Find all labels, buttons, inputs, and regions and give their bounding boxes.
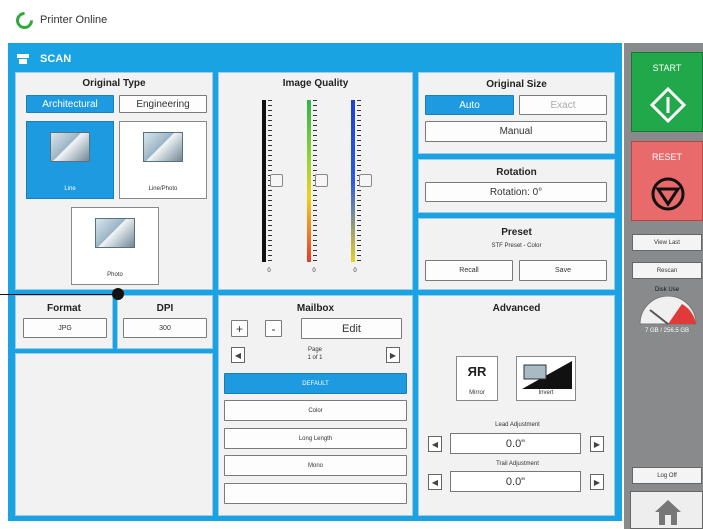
image-quality-title: Image Quality [282, 78, 349, 89]
thumb-label: Photo [107, 272, 123, 278]
disk-use-gauge-icon [639, 296, 697, 325]
scan-title: SCAN [40, 53, 72, 65]
blue-slider-track[interactable] [351, 100, 355, 262]
format-title: Format [47, 303, 81, 314]
size-manual-button[interactable]: Manual [425, 121, 607, 142]
mailbox-add-button[interactable]: + [231, 320, 248, 337]
mirror-label: Mirror [469, 390, 485, 396]
mailbox-title: Mailbox [296, 303, 335, 314]
original-type-title: Original Type [82, 78, 146, 89]
preset-title: Preset [501, 227, 532, 238]
rotation-button[interactable]: Rotation: 0° [425, 182, 607, 202]
start-icon [650, 87, 686, 123]
preset-recall-button[interactable]: Recall [425, 260, 513, 281]
start-button[interactable]: START [631, 52, 703, 132]
line-drawing-icon [50, 132, 90, 162]
mailbox-remove-button[interactable]: - [265, 320, 282, 337]
size-exact-button[interactable]: Exact [519, 95, 607, 115]
rescan-button[interactable]: Rescan [632, 262, 702, 279]
dpi-title: DPI [156, 303, 174, 314]
trail-increase-button[interactable]: ▶ [590, 474, 604, 490]
mirror-icon: ЯR [467, 364, 487, 379]
tab-architectural[interactable]: Architectural [26, 95, 114, 113]
mailbox-item-mono[interactable]: Mono [224, 455, 407, 476]
black-slider-knob[interactable] [270, 174, 283, 187]
start-label: START [652, 63, 682, 73]
mailbox-item-color[interactable]: Color [224, 400, 407, 421]
original-type-photo[interactable]: Photo [71, 207, 159, 285]
view-last-button[interactable]: View Last [632, 234, 702, 251]
scanner-icon [17, 54, 29, 64]
spectrum-slider-value: 0 [312, 268, 316, 274]
mailbox-edit-button[interactable]: Edit [301, 318, 402, 339]
home-icon [655, 500, 681, 525]
lead-adjustment-label: Lead Adjustment [495, 422, 540, 428]
disk-use-value: 7 GB / 256.5 GB [644, 328, 690, 334]
spectrum-slider-track[interactable] [307, 100, 311, 262]
spectrum-slider-knob[interactable] [315, 174, 328, 187]
tab-engineering[interactable]: Engineering [119, 95, 207, 113]
mirror-button[interactable]: ЯR Mirror [456, 356, 498, 401]
trail-adjustment-label: Trail Adjustment [496, 461, 539, 467]
blue-slider-knob[interactable] [359, 174, 372, 187]
format-select[interactable]: JPG [23, 318, 107, 338]
preset-save-button[interactable]: Save [519, 260, 607, 281]
lead-adjustment-field[interactable]: 0.0" [450, 433, 581, 454]
status-text: Printer Online [40, 14, 108, 26]
photo-icon [95, 218, 135, 248]
mailbox-page-label: Page [307, 347, 322, 353]
original-size-title: Original Size [486, 79, 547, 90]
annotation-line [0, 294, 118, 295]
advanced-title: Advanced [492, 303, 541, 314]
line-photo-icon [143, 132, 183, 162]
invert-button[interactable]: Invert [516, 356, 576, 401]
annotation-dot [112, 288, 124, 300]
preset-subtitle: STF Preset - Color [491, 243, 542, 249]
invert-icon [522, 361, 572, 389]
mailbox-prev-page-button[interactable]: ◀ [231, 347, 245, 363]
mailbox-item-empty[interactable] [224, 483, 407, 504]
trail-adjustment-field[interactable]: 0.0" [450, 471, 581, 492]
disk-use-label: Disk Use [654, 287, 679, 293]
reset-label: RESET [651, 152, 682, 162]
mailbox-next-page-button[interactable]: ▶ [386, 347, 400, 363]
thumb-label: Line [64, 186, 76, 192]
mailbox-page-value: 1 of 1 [307, 355, 323, 361]
blue-slider-value: 0 [353, 268, 357, 274]
invert-label: Invert [538, 390, 554, 396]
black-slider-value: 0 [267, 268, 271, 274]
lead-decrease-button[interactable]: ◀ [428, 436, 442, 452]
original-type-line[interactable]: Line [26, 121, 114, 199]
rotation-title: Rotation [496, 167, 537, 178]
empty-panel [15, 353, 213, 516]
black-slider-track[interactable] [262, 100, 266, 262]
thumb-label: Line/Photo [148, 186, 178, 192]
reset-button[interactable]: RESET [631, 141, 703, 221]
size-auto-button[interactable]: Auto [425, 95, 514, 115]
lead-increase-button[interactable]: ▶ [590, 436, 604, 452]
reset-icon [651, 177, 685, 211]
trail-decrease-button[interactable]: ◀ [428, 474, 442, 490]
home-button[interactable] [630, 491, 703, 529]
dpi-select[interactable]: 300 [123, 318, 207, 338]
original-type-line-photo[interactable]: Line/Photo [119, 121, 207, 199]
mailbox-item-default[interactable]: DEFAULT [224, 373, 407, 394]
log-off-button[interactable]: Log Off [632, 467, 702, 484]
mailbox-item-long-length[interactable]: Long Length [224, 428, 407, 449]
